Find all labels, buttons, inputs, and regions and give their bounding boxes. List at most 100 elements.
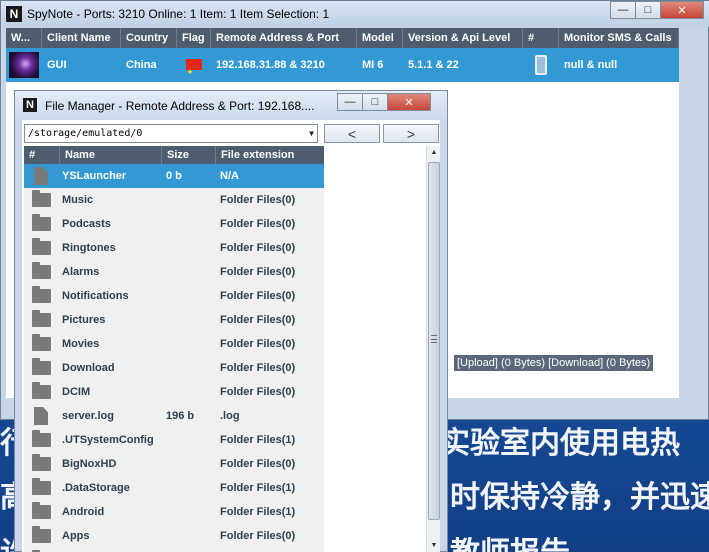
column-header-extension[interactable]: File extension (216, 146, 324, 164)
file-row[interactable]: server.log 196 b .log (24, 404, 324, 428)
file-name: Android (62, 506, 105, 518)
file-extension: Folder Files(1) (220, 506, 296, 518)
file-name: Podcasts (62, 218, 111, 230)
folder-icon (32, 430, 51, 447)
back-button[interactable]: < (324, 124, 380, 143)
file-icon-cell (24, 164, 60, 188)
file-row[interactable]: DCIM Folder Files(0) (24, 380, 324, 404)
file-row[interactable] (24, 548, 324, 552)
client-row[interactable]: GUI China 192.168.31.88 & 3210 MI 6 5.1.… (6, 48, 679, 90)
file-size: 0 b (166, 170, 182, 182)
file-row[interactable]: Music Folder Files(0) (24, 188, 324, 212)
file-icon-cell (24, 260, 60, 284)
column-header-flag[interactable]: Flag (177, 28, 211, 48)
transfer-status: [Upload] (0 Bytes) [Download] (0 Bytes) (454, 355, 654, 371)
file-extension: Folder Files(0) (220, 458, 296, 470)
file-name: Download (62, 362, 115, 374)
file-extension: Folder Files(0) (220, 218, 296, 230)
file-row[interactable]: Android Folder Files(1) (24, 500, 324, 524)
file-name: DCIM (62, 386, 91, 398)
minimize-button[interactable]: — (337, 93, 363, 111)
main-titlebar[interactable]: N SpyNote - Ports: 3210 Online: 1 Item: … (1, 1, 709, 27)
file-row[interactable]: Alarms Folder Files(0) (24, 260, 324, 284)
file-icon-cell (24, 524, 60, 548)
file-icon-cell (24, 236, 60, 260)
file-name: YSLauncher (62, 170, 127, 182)
file-icon-cell (24, 548, 60, 552)
file-name: .UTSystemConfig (62, 434, 154, 446)
file-extension: Folder Files(1) (220, 434, 296, 446)
file-extension: Folder Files(0) (220, 290, 296, 302)
folder-icon (32, 286, 51, 303)
maximize-button[interactable]: □ (635, 1, 661, 19)
file-name: Pictures (62, 314, 106, 326)
column-header-country[interactable]: Country (121, 28, 177, 48)
scroll-up-icon[interactable]: ▲ (427, 146, 441, 160)
file-name: .DataStorage (62, 482, 130, 494)
file-row[interactable]: YSLauncher 0 b N/A (24, 164, 324, 188)
file-extension: Folder Files(0) (220, 314, 296, 326)
column-header-wallpaper[interactable]: W... (6, 28, 42, 48)
column-header-hash[interactable]: # (523, 28, 559, 48)
column-header-model[interactable]: Model (357, 28, 403, 48)
file-name: BigNoxHD (62, 458, 117, 470)
file-manager-window: N File Manager - Remote Address & Port: … (14, 90, 448, 552)
file-icon-cell (24, 212, 60, 236)
file-name: Apps (62, 530, 90, 542)
file-icon-cell (24, 284, 60, 308)
column-header-size[interactable]: Size (162, 146, 216, 164)
folder-icon (32, 454, 51, 471)
column-header-index[interactable]: # (24, 146, 60, 164)
folder-icon (32, 334, 51, 351)
close-button[interactable]: ✕ (387, 93, 431, 111)
scroll-down-icon[interactable]: ▼ (427, 539, 441, 552)
file-icon-cell (24, 428, 60, 452)
file-row[interactable]: Pictures Folder Files(0) (24, 308, 324, 332)
file-row[interactable]: Podcasts Folder Files(0) (24, 212, 324, 236)
folder-icon (32, 214, 51, 231)
wallpaper-thumbnail (9, 52, 39, 78)
column-header-version[interactable]: Version & Api Level (403, 28, 523, 48)
close-button[interactable]: ✕ (660, 1, 704, 19)
file-extension: Folder Files(0) (220, 362, 296, 374)
file-row[interactable]: .UTSystemConfig Folder Files(1) (24, 428, 324, 452)
forward-button[interactable]: > (383, 124, 439, 143)
file-list-scrollbar[interactable]: ▲ ▼ (426, 146, 440, 552)
file-row[interactable]: Ringtones Folder Files(0) (24, 236, 324, 260)
client-table-header: W... Client Name Country Flag Remote Add… (6, 28, 679, 48)
file-icon-cell (24, 452, 60, 476)
chevron-down-icon: ▼ (309, 129, 314, 138)
minimize-button[interactable]: — (610, 1, 636, 19)
client-monitor: null & null (564, 59, 618, 71)
file-row[interactable]: BigNoxHD Folder Files(0) (24, 452, 324, 476)
file-row[interactable]: Download Folder Files(0) (24, 356, 324, 380)
file-icon-cell (24, 380, 60, 404)
file-row[interactable]: Notifications Folder Files(0) (24, 284, 324, 308)
china-flag-icon (186, 56, 202, 90)
folder-icon (32, 502, 51, 519)
maximize-button[interactable]: □ (362, 93, 388, 111)
client-name: GUI (47, 59, 67, 71)
file-list-header: # Name Size File extension (24, 146, 324, 164)
file-name: Alarms (62, 266, 100, 278)
file-row[interactable]: Movies Folder Files(0) (24, 332, 324, 356)
file-icon-cell (24, 500, 60, 524)
file-name: Music (62, 194, 94, 206)
file-name: Movies (62, 338, 100, 350)
column-header-client-name[interactable]: Client Name (42, 28, 121, 48)
file-row[interactable]: Apps Folder Files(0) (24, 524, 324, 548)
app-logo-icon: N (6, 6, 22, 22)
path-dropdown[interactable]: /storage/emulated/0 ▼ (24, 124, 318, 143)
column-header-remote-address[interactable]: Remote Address & Port (211, 28, 357, 48)
window-controls: — □ ✕ (337, 93, 431, 111)
column-header-monitor[interactable]: Monitor SMS & Calls (559, 28, 679, 48)
scrollbar-thumb[interactable] (428, 162, 440, 520)
file-icon (34, 407, 48, 425)
file-manager-titlebar[interactable]: N File Manager - Remote Address & Port: … (15, 91, 447, 119)
file-extension: Folder Files(1) (220, 482, 296, 494)
file-icon-cell (24, 188, 60, 212)
file-row[interactable]: .DataStorage Folder Files(1) (24, 476, 324, 500)
file-manager-body: /storage/emulated/0 ▼ < > # Name Size Fi… (22, 120, 440, 552)
column-header-name[interactable]: Name (60, 146, 162, 164)
folder-icon (32, 310, 51, 327)
